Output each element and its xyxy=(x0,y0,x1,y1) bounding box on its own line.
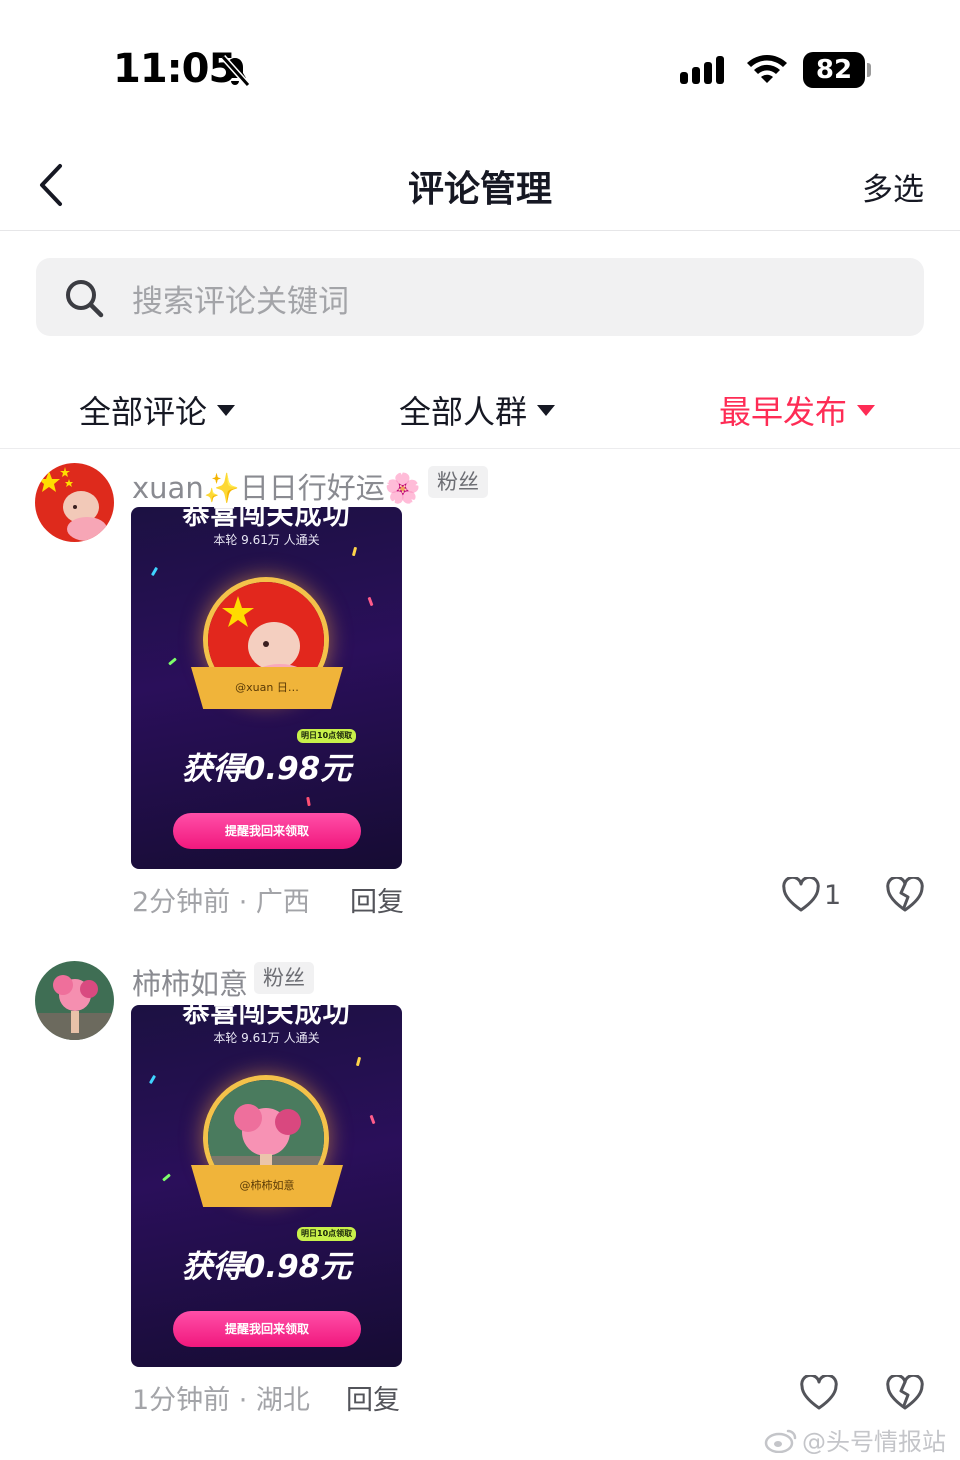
filter-all-comments[interactable]: 全部评论 xyxy=(79,387,236,433)
avatar[interactable] xyxy=(35,961,114,1040)
like-button[interactable] xyxy=(800,1375,842,1411)
user-name[interactable]: xuan✨日日行好运🌸 xyxy=(132,465,421,507)
fan-badge: 粉丝 xyxy=(254,962,314,994)
search-input[interactable]: 搜索评论关键词 xyxy=(36,258,924,336)
heart-icon xyxy=(782,877,820,912)
avatar[interactable] xyxy=(35,463,114,542)
watermark-text: @头号情报站 xyxy=(802,1428,946,1456)
filter-row: 全部评论 全部人群 最早发布 xyxy=(0,365,960,449)
image-tag: 明日10点领取 xyxy=(297,1227,357,1241)
filter-label: 最早发布 xyxy=(719,393,848,431)
image-ribbon-text: @柿柿如意 xyxy=(239,1179,295,1192)
wifi-icon xyxy=(747,55,787,83)
comment-time-location: 1分钟前 · 湖北 xyxy=(132,1385,310,1416)
search-icon xyxy=(66,280,104,318)
reply-button[interactable]: 回复 xyxy=(350,880,404,919)
bell-off-icon xyxy=(220,55,251,87)
image-subtitle: 本轮 9.61万 人通关 xyxy=(213,533,320,547)
like-count: 1 xyxy=(824,879,842,911)
image-ribbon-text: @xuan 日… xyxy=(235,681,299,694)
status-bar: 11:05 82 xyxy=(0,0,960,140)
user-name[interactable]: 柿柿如意 xyxy=(132,961,248,1003)
caret-down-icon xyxy=(857,404,876,416)
like-button[interactable]: 1 xyxy=(782,877,841,913)
image-remind-button: 提醒我回来领取 xyxy=(173,1311,361,1347)
heart-icon xyxy=(800,1375,838,1410)
broken-heart-icon[interactable] xyxy=(886,1375,924,1411)
image-subtitle: 本轮 9.61万 人通关 xyxy=(213,1031,320,1045)
image-title: 恭喜闯关成功 xyxy=(182,507,351,531)
image-tag: 明日10点领取 xyxy=(297,729,357,743)
image-title: 恭喜闯关成功 xyxy=(182,1005,351,1029)
image-amount: 获得0.98元 xyxy=(181,751,352,787)
status-time: 11:05 xyxy=(113,46,236,92)
fan-badge: 粉丝 xyxy=(428,466,488,498)
comment-image[interactable]: 恭喜闯关成功 本轮 9.61万 人通关 @xuan 日… 明日10点领取 获得0… xyxy=(131,507,402,869)
page-title: 评论管理 xyxy=(407,169,552,210)
comment-image[interactable]: 恭喜闯关成功 本轮 9.61万 人通关 @柿柿如意 明日10点领取 获得0.98… xyxy=(131,1005,402,1367)
broken-heart-icon[interactable] xyxy=(886,877,924,913)
signal-icon xyxy=(680,56,724,84)
filter-label: 全部人群 xyxy=(399,393,528,431)
watermark: @头号情报站 xyxy=(764,1422,946,1457)
filter-all-audience[interactable]: 全部人群 xyxy=(399,387,556,433)
filter-sort-earliest[interactable]: 最早发布 xyxy=(719,387,876,433)
caret-down-icon xyxy=(537,404,556,416)
weibo-icon xyxy=(764,1429,797,1453)
image-amount: 获得0.98元 xyxy=(181,1249,352,1285)
search-placeholder: 搜索评论关键词 xyxy=(132,284,349,320)
nav-bar: 评论管理 多选 xyxy=(0,140,960,231)
comment-time-location: 2分钟前 · 广西 xyxy=(132,887,310,918)
image-remind-button: 提醒我回来领取 xyxy=(173,813,361,849)
multi-select-button[interactable]: 多选 xyxy=(862,164,924,209)
battery-level: 82 xyxy=(815,55,853,85)
battery-icon: 82 xyxy=(803,52,871,88)
caret-down-icon xyxy=(217,404,236,416)
filter-label: 全部评论 xyxy=(79,393,208,431)
reply-button[interactable]: 回复 xyxy=(346,1378,400,1417)
